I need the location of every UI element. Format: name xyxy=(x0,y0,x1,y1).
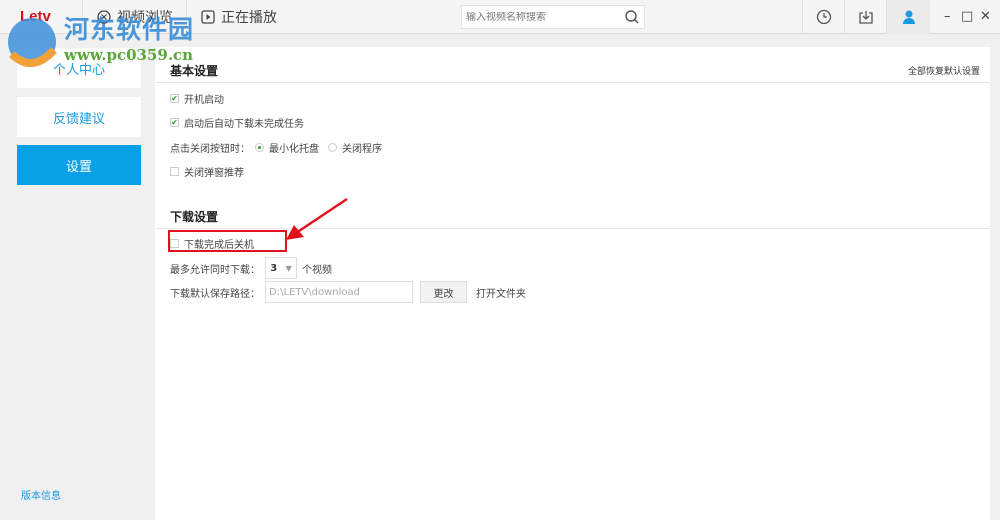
reset-defaults-link[interactable]: 全部恢复默认设置 xyxy=(908,64,980,77)
arrow-annotation xyxy=(286,197,348,240)
highlight-annotation xyxy=(168,230,287,252)
minimize-button[interactable]: – xyxy=(944,9,951,24)
download-button[interactable] xyxy=(844,0,886,34)
tab-now-playing[interactable]: 正在播放 xyxy=(186,0,290,34)
search-box xyxy=(461,5,645,29)
minimize-tray-radio[interactable] xyxy=(255,143,264,152)
radio-label: 关闭程序 xyxy=(342,144,382,155)
max-downloads-unit: 个视频 xyxy=(302,264,332,276)
open-folder-link[interactable]: 打开文件夹 xyxy=(476,285,526,300)
user-button[interactable] xyxy=(886,0,930,34)
search-input[interactable] xyxy=(466,11,622,23)
chevron-down-icon: ▼ xyxy=(285,263,292,273)
play-icon xyxy=(201,10,215,24)
section-title-basic: 基本设置 xyxy=(170,64,219,78)
popup-checkbox[interactable] xyxy=(170,167,179,176)
watermark-name: 河东软件园 xyxy=(64,15,195,44)
close-button[interactable]: ✕ xyxy=(980,9,991,24)
settings-panel: 基本设置 全部恢复默认设置 ✔ 开机启动 ✔ 启动后自动下载未完成任务 点击关闭… xyxy=(155,47,990,520)
autostart-label: 开机启动 xyxy=(184,95,224,106)
history-button[interactable] xyxy=(802,0,844,34)
sidebar: 个人中心 反馈建议 设置 xyxy=(0,35,155,520)
max-downloads-value: 3 xyxy=(270,262,278,274)
search-icon[interactable] xyxy=(622,10,644,24)
save-path-input[interactable] xyxy=(265,281,413,303)
resume-checkbox[interactable]: ✔ xyxy=(170,118,179,127)
radio-label: 最小化托盘 xyxy=(269,144,319,155)
tab-label: 正在播放 xyxy=(221,10,277,26)
exit-program-radio[interactable] xyxy=(328,143,337,152)
watermark-url: www.pc0359.cn xyxy=(64,46,194,64)
close-action-label: 点击关闭按钮时： xyxy=(170,144,250,155)
max-downloads-label: 最多允许同时下载： xyxy=(170,264,260,276)
version-info-link[interactable]: 版本信息 xyxy=(21,487,61,502)
section-title-download: 下载设置 xyxy=(170,210,219,224)
maximize-button[interactable]: □ xyxy=(961,9,973,24)
change-path-button[interactable]: 更改 xyxy=(420,281,467,303)
max-downloads-select[interactable]: 3 ▼ xyxy=(265,257,297,279)
divider xyxy=(155,82,990,83)
sidebar-item-settings[interactable]: 设置 xyxy=(17,145,141,185)
sidebar-item-feedback[interactable]: 反馈建议 xyxy=(17,97,141,137)
save-path-label: 下载默认保存路径： xyxy=(170,288,260,300)
popup-label: 关闭弹窗推荐 xyxy=(184,168,244,179)
user-icon xyxy=(902,10,915,24)
download-icon xyxy=(858,11,873,24)
history-icon xyxy=(816,9,831,25)
resume-label: 启动后自动下载未完成任务 xyxy=(184,119,304,130)
autostart-checkbox[interactable]: ✔ xyxy=(170,94,179,103)
watermark-logo-icon xyxy=(8,18,57,67)
